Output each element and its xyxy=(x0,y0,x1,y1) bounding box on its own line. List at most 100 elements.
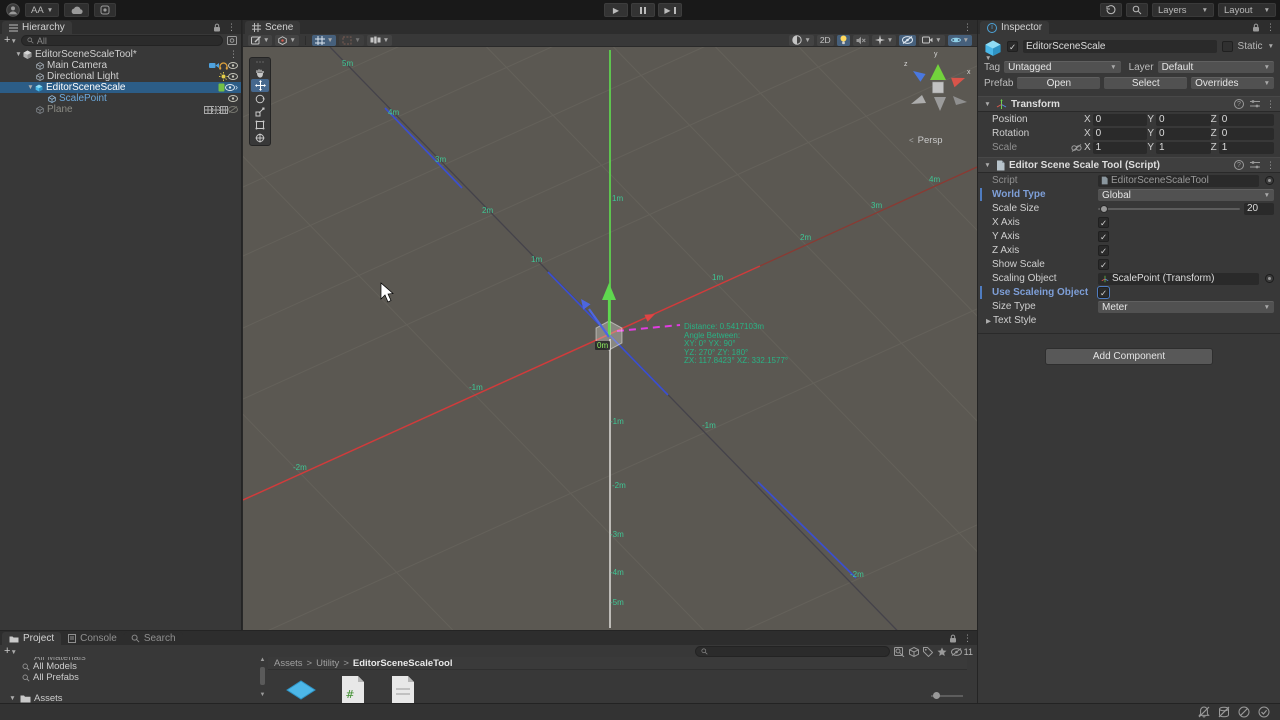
tab-search[interactable]: Search xyxy=(123,632,183,645)
gizmos-dropdown[interactable]: ▼ xyxy=(947,34,972,46)
assets-folder-row[interactable]: ▼ Assets xyxy=(8,693,62,703)
tag-dropdown[interactable]: Untagged ▼ xyxy=(1004,61,1121,73)
saved-search-all-prefabs[interactable]: All Prefabs xyxy=(22,672,79,683)
project-search-input[interactable] xyxy=(694,646,890,657)
help-icon[interactable]: ? xyxy=(1234,99,1244,109)
palette-grip[interactable] xyxy=(251,60,269,64)
scale-z-field[interactable]: 1 xyxy=(1218,141,1274,154)
help-icon[interactable]: ? xyxy=(1234,160,1244,170)
draw-mode-dropdown[interactable]: ▼ xyxy=(789,34,814,46)
transform-header[interactable]: ▼ Transform ? ⋮ xyxy=(978,96,1280,112)
scene-viewport[interactable]: -2m -1m 1m 2m 3m 4m 1m 2m 3m 4m 5m -1m -… xyxy=(243,47,977,630)
gizmo-x-label[interactable]: x xyxy=(967,69,971,76)
rotation-z-field[interactable]: 0 xyxy=(1218,127,1274,140)
hierarchy-row-directional-light[interactable]: Directional Light xyxy=(0,71,241,82)
presets-icon[interactable] xyxy=(1250,161,1260,169)
asset-thumbnail-prefab[interactable] xyxy=(284,673,318,703)
notifications-muted-icon[interactable] xyxy=(1198,706,1210,718)
create-button[interactable]: +▼ xyxy=(4,34,17,47)
layer-dropdown[interactable]: Default ▼ xyxy=(1157,61,1275,73)
eye-icon[interactable] xyxy=(225,84,235,91)
saved-search-all-models[interactable]: All Models xyxy=(22,661,77,672)
tab-hierarchy[interactable]: Hierarchy xyxy=(2,21,72,34)
play-button[interactable]: ▶ xyxy=(604,3,628,17)
lighting-toggle[interactable] xyxy=(836,34,850,46)
thumbnail-size-slider[interactable] xyxy=(931,692,963,700)
prefab-overrides-dropdown[interactable]: Overrides ▼ xyxy=(1191,77,1274,89)
lock-icon[interactable] xyxy=(213,23,221,32)
constrain-proportions-icon[interactable] xyxy=(1071,143,1082,152)
move-snap-dropdown[interactable]: ▼ xyxy=(339,34,364,46)
object-picker-icon[interactable] xyxy=(1265,176,1274,185)
effects-dropdown[interactable]: ▼ xyxy=(871,34,897,46)
align-dropdown[interactable]: ▼ xyxy=(366,34,393,46)
audio-toggle[interactable] xyxy=(852,34,869,46)
component-menu-icon[interactable]: ⋮ xyxy=(1266,99,1275,110)
account-dropdown[interactable]: AA ▼ xyxy=(25,3,60,17)
panel-menu-icon[interactable]: ⋮ xyxy=(963,633,972,644)
compile-status-icon[interactable] xyxy=(1258,706,1270,718)
static-checkbox[interactable] xyxy=(1221,41,1233,52)
scale-y-field[interactable]: 1 xyxy=(1156,141,1211,154)
prefab-select-button[interactable]: Select xyxy=(1104,77,1188,89)
favorite-star-icon[interactable] xyxy=(937,647,947,657)
prefab-open-button[interactable]: Open xyxy=(1017,77,1101,89)
hierarchy-row-scalepoint[interactable]: ScalePoint xyxy=(0,93,241,104)
position-z-field[interactable]: 0 xyxy=(1218,113,1274,126)
script-component-header[interactable]: ▼ Editor Scene Scale Tool (Script) ? ⋮ xyxy=(978,157,1280,173)
2d-toggle[interactable]: 2D xyxy=(816,34,834,46)
eye-icon[interactable] xyxy=(228,62,238,69)
size-type-dropdown[interactable]: Meter ▼ xyxy=(1098,300,1274,313)
scaling-object-field[interactable]: ScalePoint (Transform) xyxy=(1098,272,1259,285)
component-menu-icon[interactable]: ⋮ xyxy=(1266,160,1275,171)
slider-handle[interactable] xyxy=(933,692,940,699)
folders-scrollbar[interactable]: ▲ ▼ xyxy=(258,657,267,699)
hierarchy-row-plane[interactable]: Plane xyxy=(0,104,241,115)
scene-row[interactable]: ▼ EditorSceneScaleTool* ⋮ xyxy=(0,49,241,60)
position-x-field[interactable]: 0 xyxy=(1092,113,1148,126)
scale-size-slider[interactable] xyxy=(1098,203,1240,215)
version-control-button[interactable] xyxy=(94,3,117,17)
cache-server-disconnected-icon[interactable] xyxy=(1218,706,1230,718)
x-axis-checkbox[interactable]: ✓ xyxy=(1098,217,1109,228)
y-axis-checkbox[interactable]: ✓ xyxy=(1098,231,1109,242)
perspective-toggle[interactable]: < Persp xyxy=(909,135,943,146)
picking-icon[interactable] xyxy=(227,36,237,45)
rotation-y-field[interactable]: 0 xyxy=(1156,127,1211,140)
hand-tool-button[interactable] xyxy=(251,66,269,79)
grid-snapping-dropdown[interactable]: ▼ xyxy=(311,34,337,46)
tab-console[interactable]: Console xyxy=(61,632,124,645)
static-dropdown-icon[interactable]: ▼ xyxy=(1268,43,1274,50)
panel-menu-icon[interactable]: ⋮ xyxy=(227,22,236,33)
gizmo-z-label[interactable]: z xyxy=(904,61,908,68)
cloud-services-button[interactable] xyxy=(64,3,90,17)
scale-x-field[interactable]: 1 xyxy=(1092,141,1148,154)
scrollbar-handle[interactable] xyxy=(260,667,265,685)
rect-tool-button[interactable] xyxy=(251,118,269,131)
panel-menu-icon[interactable]: ⋮ xyxy=(963,22,972,33)
presets-icon[interactable] xyxy=(1250,100,1260,108)
layout-dropdown[interactable]: Layout ▼ xyxy=(1218,3,1276,17)
scale-size-value-field[interactable]: 20 xyxy=(1244,202,1274,215)
tool-settings-dropdown[interactable]: ▼ xyxy=(248,34,273,46)
hidden-objects-toggle[interactable] xyxy=(899,34,917,46)
package-icon[interactable] xyxy=(908,646,919,657)
tab-project[interactable]: Project xyxy=(2,632,62,645)
undo-history-button[interactable] xyxy=(1100,3,1122,17)
position-y-field[interactable]: 0 xyxy=(1156,113,1211,126)
asset-thumbnail-script[interactable]: # xyxy=(336,673,370,703)
cloud-sync-off-icon[interactable] xyxy=(1238,706,1250,718)
hierarchy-row-main-camera[interactable]: Main Camera xyxy=(0,60,241,71)
eye-icon[interactable] xyxy=(228,95,238,102)
transform-tool-button[interactable] xyxy=(251,131,269,144)
prefab-open-chevron[interactable]: › xyxy=(235,82,238,93)
asset-thumbnail-asset[interactable] xyxy=(386,673,420,703)
show-scale-checkbox[interactable]: ✓ xyxy=(1098,259,1109,270)
panel-menu-icon[interactable]: ⋮ xyxy=(1266,22,1275,33)
slider-handle[interactable] xyxy=(1100,204,1108,213)
gizmo-pivot-dropdown[interactable]: ▼ xyxy=(275,34,299,46)
layers-dropdown[interactable]: Layers ▼ xyxy=(1152,3,1214,17)
create-button[interactable]: +▼ xyxy=(4,645,17,658)
lock-icon[interactable] xyxy=(949,634,957,643)
gameobject-name-field[interactable]: EditorSceneScale xyxy=(1023,40,1217,53)
